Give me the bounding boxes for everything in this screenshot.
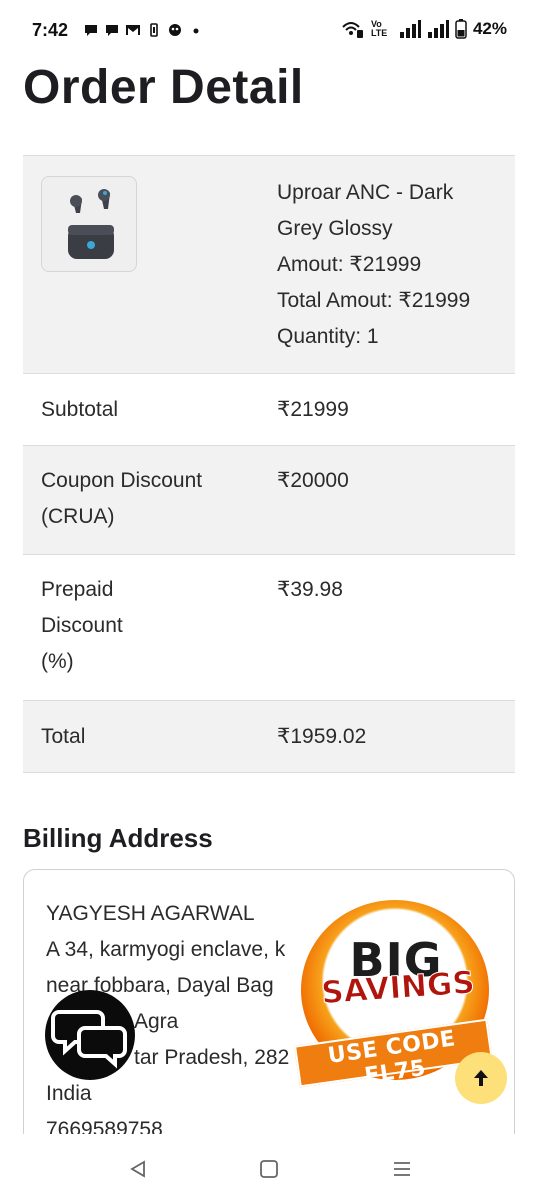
prepaid-value: ₹39.98	[277, 578, 343, 601]
back-button[interactable]	[123, 1154, 153, 1184]
subtotal-row: Subtotal ₹21999	[23, 374, 515, 446]
earbuds-icon	[68, 189, 114, 259]
battery-icon	[455, 19, 467, 39]
subtotal-value: ₹21999	[277, 397, 349, 421]
product-name-line1: Uproar ANC - Dark	[277, 181, 454, 204]
system-icons: Vo LTE 42%	[341, 19, 507, 39]
total-label: Total	[41, 724, 86, 748]
product-quantity: Quantity: 1	[277, 325, 379, 348]
coupon-label-line2: (CRUA)	[41, 505, 115, 528]
chat-bubbles-icon	[51, 1010, 127, 1069]
chat-icon	[106, 25, 118, 36]
product-row: Uproar ANC - Dark Grey Glossy Amout: ₹21…	[23, 156, 515, 374]
prepaid-label-line1: Prepaid	[41, 578, 114, 601]
prepaid-label: Prepaid Discount (%)	[23, 572, 259, 700]
prepaid-label-line2: Discount	[41, 614, 123, 637]
recents-button[interactable]	[387, 1154, 417, 1184]
home-square-icon	[260, 1160, 278, 1178]
scroll-to-top-button[interactable]	[455, 1052, 507, 1104]
page-title: Order Detail	[23, 61, 304, 114]
home-button[interactable]	[254, 1154, 284, 1184]
back-triangle-icon	[130, 1160, 145, 1178]
robot-icon	[169, 24, 181, 36]
billing-address-title: Billing Address	[23, 823, 213, 853]
menu-lines-icon	[394, 1162, 410, 1176]
notification-icons	[83, 22, 204, 38]
dot-icon	[193, 28, 199, 34]
product-total-amount: Total Amout: ₹21999	[277, 289, 471, 312]
product-name-line2: Grey Glossy	[277, 217, 393, 240]
battery-saver-icon	[150, 23, 158, 37]
total-value: ₹1959.02	[277, 724, 367, 748]
coupon-value: ₹20000	[277, 469, 349, 492]
chat-button[interactable]	[45, 990, 135, 1080]
prepaid-label-line3: (%)	[41, 650, 74, 673]
signal-icon	[427, 20, 449, 38]
battery-percent: 42%	[472, 19, 507, 38]
product-amount: Amout: ₹21999	[277, 253, 422, 276]
total-row: Total ₹1959.02	[23, 701, 515, 773]
status-time: 7:42	[32, 20, 69, 40]
coupon-label: Coupon Discount (CRUA)	[23, 463, 259, 554]
coupon-row: Coupon Discount (CRUA) ₹20000	[23, 446, 515, 555]
subtotal-label: Subtotal	[41, 397, 119, 421]
wifi-call-icon	[342, 22, 363, 38]
chat-icon	[85, 25, 97, 36]
signal-icon	[399, 20, 421, 38]
product-image[interactable]	[41, 176, 137, 272]
gmail-icon	[126, 25, 140, 35]
order-table: Uproar ANC - Dark Grey Glossy Amout: ₹21…	[23, 155, 515, 773]
prepaid-discount-row: Prepaid Discount (%) ₹39.98	[23, 555, 515, 701]
navigation-bar	[0, 1134, 537, 1200]
arrow-up-icon	[474, 1070, 488, 1086]
status-bar: 7:42 Vo LTE 42%	[0, 0, 537, 62]
volte-icon: Vo LTE	[370, 19, 388, 38]
coupon-label-line1: Coupon Discount	[41, 469, 203, 492]
product-info: Uproar ANC - Dark Grey Glossy Amout: ₹21…	[259, 156, 515, 373]
